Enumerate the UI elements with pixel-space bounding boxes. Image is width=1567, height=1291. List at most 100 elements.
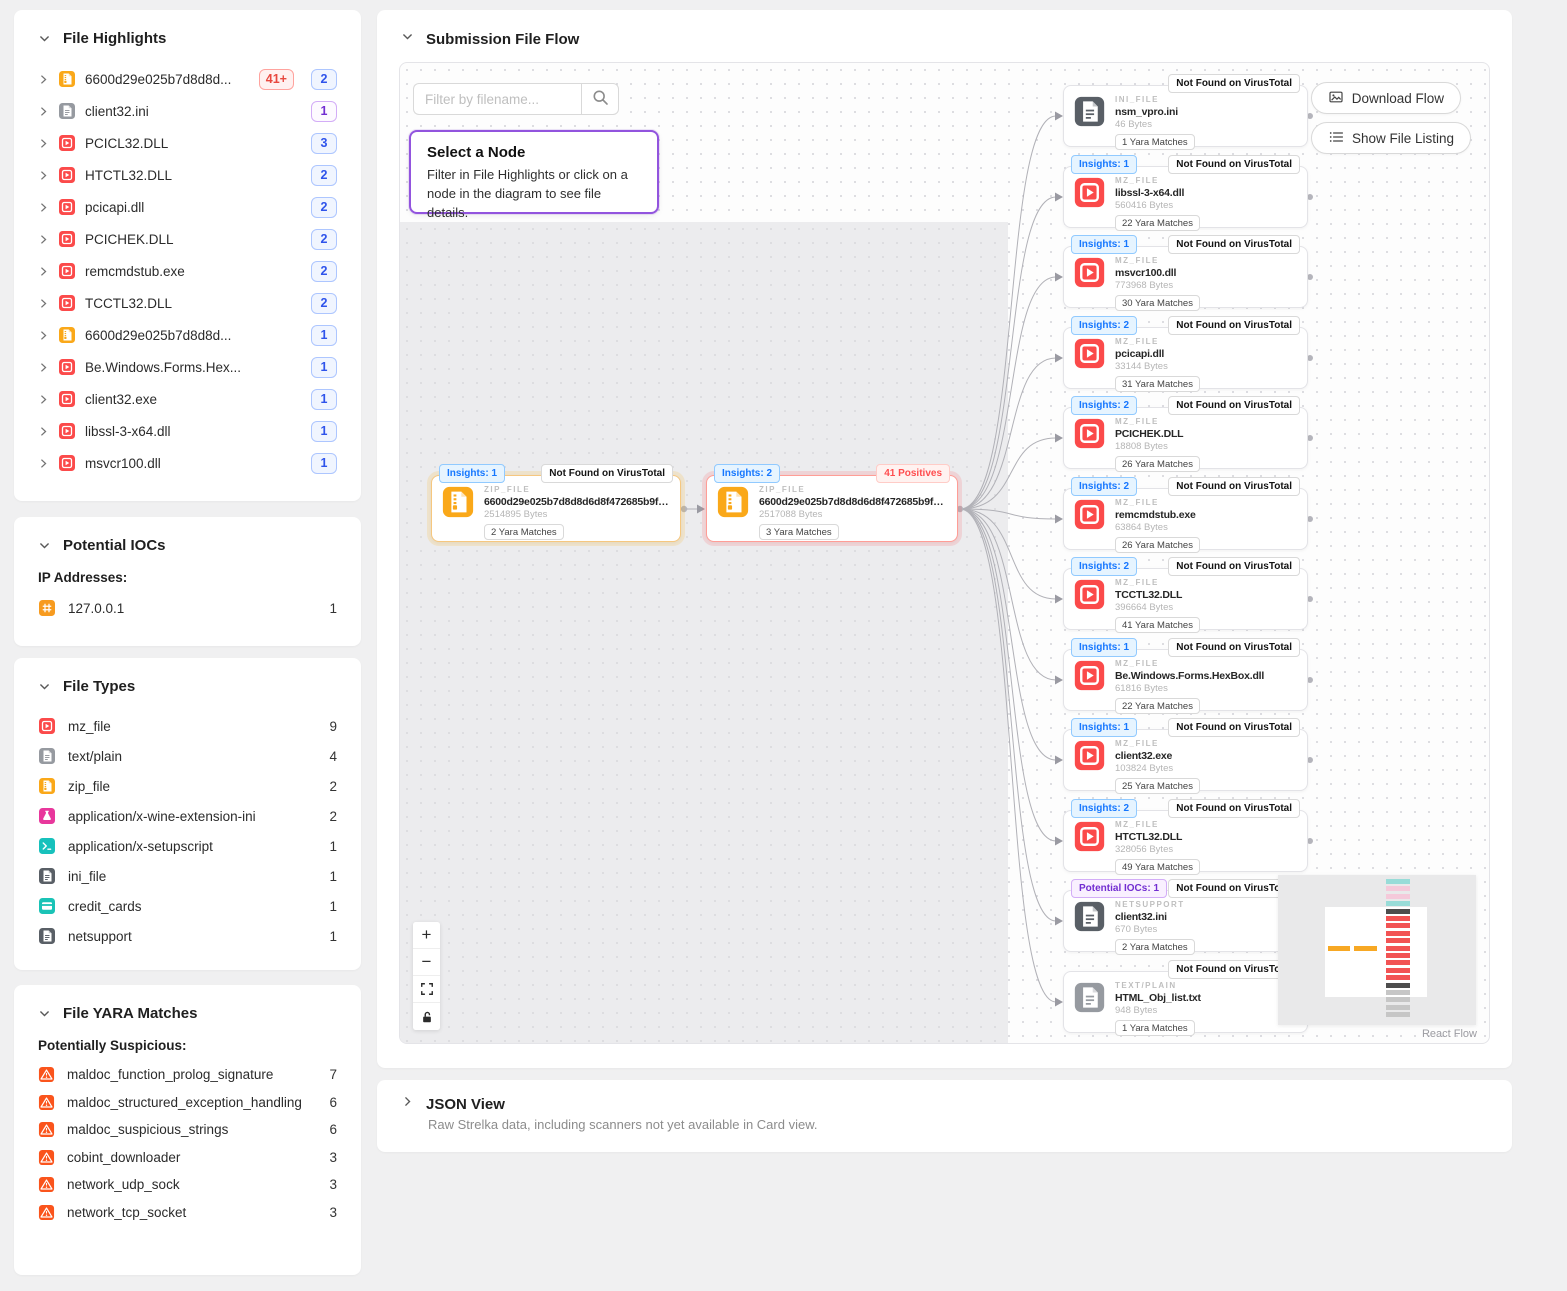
file-type-row[interactable]: ini_file1 (38, 861, 337, 891)
yara-match-row[interactable]: maldoc_structured_exception_handling6 (38, 1089, 337, 1117)
flow-node[interactable]: Insights: 1Not Found on VirusTotalMZ_FIL… (1063, 235, 1308, 308)
flow-node[interactable]: Not Found on VirusTotalINI_FILEnsm_vpro.… (1063, 74, 1308, 147)
select-a-node-card: Select a Node Filter in File Highlights … (409, 130, 659, 214)
submission-flow-card: Submission File Flow Select a Node Filte… (377, 10, 1512, 1068)
minimap-node-bar (1386, 960, 1410, 965)
zoom-in-button[interactable]: + (413, 922, 440, 949)
flow-node[interactable]: Insights: 2Not Found on VirusTotalMZ_FIL… (1063, 557, 1308, 630)
flow-minimap[interactable] (1278, 875, 1476, 1025)
flow-node-card[interactable]: ZIP_FILE6600d29e025b7d8d8d6d8f472685b9f8… (706, 475, 958, 542)
filename-filter (413, 83, 619, 115)
item-count: 6 (329, 1122, 337, 1137)
yara-match-row[interactable]: maldoc_function_prolog_signature7 (38, 1061, 337, 1089)
file-type-row[interactable]: zip_file2 (38, 771, 337, 801)
file-highlight-row[interactable]: remcmdstub.exe2 (38, 255, 337, 287)
yara-matches-header[interactable]: File YARA Matches (38, 1005, 337, 1022)
file-type-row[interactable]: text/plain4 (38, 741, 337, 771)
flow-node[interactable]: Insights: 2Not Found on VirusTotalMZ_FIL… (1063, 799, 1308, 872)
flow-canvas[interactable]: Select a Node Filter in File Highlights … (399, 62, 1490, 1044)
flow-node-card[interactable]: MZ_FILEPCICHEK.DLL18808 Bytes26 Yara Mat… (1063, 407, 1308, 469)
file-name: libssl-3-x64.dll (1115, 187, 1297, 199)
yara-warning-icon (38, 1094, 55, 1111)
file-highlight-row[interactable]: TCCTL32.DLL2 (38, 287, 337, 319)
flow-node[interactable]: Potential IOCs: 1Not Found on VirusTotal… (1063, 879, 1308, 952)
search-icon (592, 89, 609, 109)
file-type-label: MZ_FILE (1115, 578, 1297, 587)
download-flow-button[interactable]: Download Flow (1311, 82, 1461, 114)
file-type-label: MZ_FILE (1115, 739, 1297, 748)
yara-matches-tag: 26 Yara Matches (1115, 537, 1200, 553)
item-count: 9 (329, 719, 337, 734)
file-type-row[interactable]: mz_file9 (38, 711, 337, 741)
virustotal-not-found-tag: Not Found on VirusTotal (1168, 557, 1300, 576)
flow-node[interactable]: Insights: 1Not Found on VirusTotalMZ_FIL… (1063, 638, 1308, 711)
file-highlight-row[interactable]: pcicapi.dll2 (38, 191, 337, 223)
flow-node-card[interactable]: MZ_FILEclient32.exe103824 Bytes25 Yara M… (1063, 729, 1308, 791)
filename-filter-input[interactable] (413, 83, 581, 115)
flow-node-card[interactable]: MZ_FILElibssl-3-x64.dll560416 Bytes22 Ya… (1063, 166, 1308, 228)
yara-matches-tag: 3 Yara Matches (759, 524, 839, 540)
flow-node[interactable]: Insights: 2Not Found on VirusTotalMZ_FIL… (1063, 316, 1308, 389)
item-count: 3 (329, 1205, 337, 1220)
file-highlight-row[interactable]: libssl-3-x64.dll1 (38, 415, 337, 447)
flow-node[interactable]: Insights: 2Not Found on VirusTotalMZ_FIL… (1063, 396, 1308, 469)
minimap-node-bar (1386, 916, 1410, 921)
file-highlight-row[interactable]: Be.Windows.Forms.Hex...1 (38, 351, 337, 383)
flow-node[interactable]: Insights: 2Not Found on VirusTotalMZ_FIL… (1063, 477, 1308, 550)
json-view-header[interactable]: JSON View (401, 1095, 1488, 1113)
file-highlight-row[interactable]: PCICL32.DLL3 (38, 127, 337, 159)
file-highlight-row[interactable]: client32.ini1 (38, 95, 337, 127)
flow-node[interactable]: Insights: 1Not Found on VirusTotalMZ_FIL… (1063, 155, 1308, 228)
file-highlight-row[interactable]: PCICHEK.DLL2 (38, 223, 337, 255)
file-type-label: INI_FILE (1115, 95, 1297, 104)
virustotal-positives-tag: 41 Positives (876, 464, 950, 483)
potential-iocs-card: Potential IOCs IP Addresses: 127.0.0.11 (14, 517, 361, 646)
file-highlights-header[interactable]: File Highlights (38, 30, 337, 47)
file-type-row[interactable]: application/x-setupscript1 (38, 831, 337, 861)
file-highlight-row[interactable]: HTCTL32.DLL2 (38, 159, 337, 191)
flow-node-card[interactable]: MZ_FILEpcicapi.dll33144 Bytes31 Yara Mat… (1063, 327, 1308, 389)
flow-node[interactable]: Not Found on VirusTotalTEXT/PLAINHTML_Ob… (1063, 960, 1308, 1033)
filter-search-button[interactable] (581, 83, 619, 115)
zoom-out-button[interactable]: − (413, 949, 440, 976)
flow-node-card[interactable]: TEXT/PLAINHTML_Obj_list.txt948 Bytes1 Ya… (1063, 971, 1308, 1033)
yara-match-row[interactable]: network_tcp_socket3 (38, 1199, 337, 1227)
flow-node-card[interactable]: INI_FILEnsm_vpro.ini46 Bytes1 Yara Match… (1063, 85, 1308, 147)
submission-flow-header[interactable]: Submission File Flow (399, 30, 1490, 48)
file-highlight-row[interactable]: 6600d29e025b7d8d8d...41+2 (38, 63, 337, 95)
file-type-row[interactable]: netsupport1 (38, 921, 337, 951)
flow-node[interactable]: Insights: 1Not Found on VirusTotalZIP_FI… (431, 464, 681, 542)
flow-node-texts: ZIP_FILE6600d29e025b7d8d8d6d8f472685b9f8… (484, 485, 670, 540)
flow-node-card[interactable]: MZ_FILETCCTL32.DLL396664 Bytes41 Yara Ma… (1063, 568, 1308, 630)
flow-node-card[interactable]: MZ_FILEBe.Windows.Forms.HexBox.dll61816 … (1063, 649, 1308, 711)
file-highlight-row[interactable]: client32.exe1 (38, 383, 337, 415)
yara-match-row[interactable]: maldoc_suspicious_strings6 (38, 1116, 337, 1144)
flow-node-card[interactable]: ZIP_FILE6600d29e025b7d8d8d6d8f472685b9f8… (431, 475, 681, 542)
flow-node[interactable]: Insights: 241 PositivesZIP_FILE6600d29e0… (706, 464, 958, 542)
potential-iocs-header[interactable]: Potential IOCs (38, 537, 337, 554)
file-types-header[interactable]: File Types (38, 678, 337, 695)
ioc-row[interactable]: 127.0.0.11 (38, 593, 337, 623)
zip-file-icon (716, 485, 750, 519)
file-highlight-row[interactable]: 6600d29e025b7d8d8d...1 (38, 319, 337, 351)
file-highlight-row[interactable]: msvcr100.dll1 (38, 447, 337, 479)
flow-node-card[interactable]: NETSUPPORTclient32.ini670 Bytes2 Yara Ma… (1063, 890, 1308, 952)
fit-view-button[interactable] (413, 976, 440, 1003)
yara-match-row[interactable]: cobint_downloader3 (38, 1144, 337, 1172)
mz-file-icon (58, 390, 76, 408)
flow-node-card[interactable]: MZ_FILEHTCTL32.DLL328056 Bytes49 Yara Ma… (1063, 810, 1308, 872)
lock-toggle-button[interactable] (413, 1003, 440, 1030)
minimap-node-bar (1386, 975, 1410, 980)
flow-node-card[interactable]: MZ_FILEmsvcr100.dll773968 Bytes30 Yara M… (1063, 246, 1308, 308)
file-type-row[interactable]: application/x-wine-extension-ini2 (38, 801, 337, 831)
sidebar: File Highlights 6600d29e025b7d8d8d...41+… (14, 10, 361, 1291)
yara-match-row[interactable]: network_udp_sock3 (38, 1171, 337, 1199)
flow-node[interactable]: Insights: 1Not Found on VirusTotalMZ_FIL… (1063, 718, 1308, 791)
minimap-node-bar (1386, 946, 1410, 951)
show-file-listing-button[interactable]: Show File Listing (1311, 122, 1471, 154)
image-icon (1328, 89, 1344, 108)
file-type-row[interactable]: credit_cards1 (38, 891, 337, 921)
virustotal-not-found-tag: Not Found on VirusTotal (1168, 477, 1300, 496)
flow-node-card[interactable]: MZ_FILEremcmdstub.exe63864 Bytes26 Yara … (1063, 488, 1308, 550)
file-name: client32.ini (85, 104, 294, 119)
